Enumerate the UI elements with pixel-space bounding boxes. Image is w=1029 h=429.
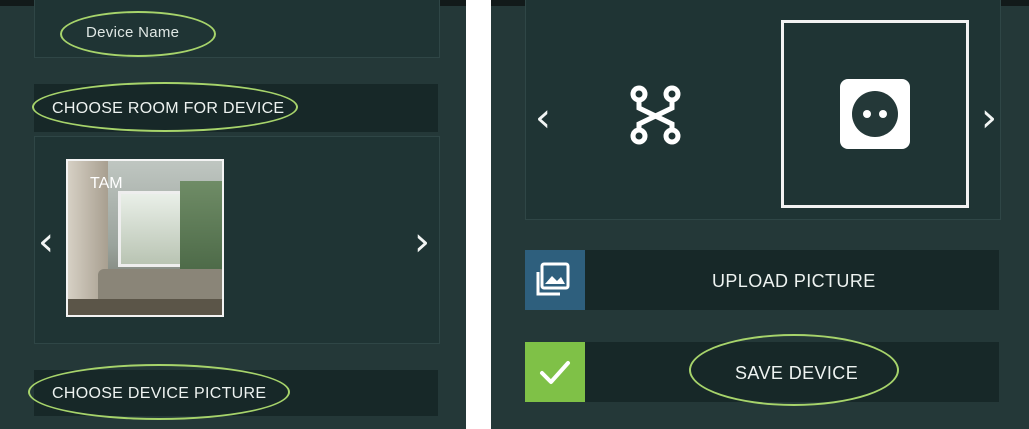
room-label: TAM: [90, 175, 123, 192]
image-gallery-icon[interactable]: [525, 250, 585, 310]
checkmark-icon[interactable]: [525, 342, 585, 402]
room-image-detail: [180, 181, 222, 271]
chevron-left-icon[interactable]: ‹: [535, 98, 551, 138]
socket-hole: [863, 110, 871, 118]
room-thumbnail[interactable]: TAM: [66, 159, 224, 317]
chevron-left-icon[interactable]: ‹: [38, 222, 54, 262]
device-setup-right-panel: ‹ › UPLOAD PICTURE SAVE DEVICE: [491, 0, 1029, 429]
socket-face: [852, 91, 898, 137]
device-setup-left-panel: Device Name CHOOSE ROOM FOR DEVICE ‹ › T…: [0, 0, 466, 429]
highlight-oval: [689, 334, 899, 406]
graph-nodes-icon[interactable]: [628, 84, 688, 148]
selected-picture-frame[interactable]: [781, 20, 969, 208]
room-image-detail: [98, 269, 222, 301]
chevron-right-icon[interactable]: ›: [414, 222, 430, 262]
chevron-right-icon[interactable]: ›: [981, 98, 997, 138]
socket-hole: [879, 110, 887, 118]
room-image-detail: [118, 191, 184, 267]
highlight-oval: [28, 364, 290, 420]
upload-picture-label: UPLOAD PICTURE: [712, 271, 876, 291]
highlight-oval: [32, 82, 298, 132]
power-socket-icon: [840, 79, 910, 149]
room-image-detail: [68, 299, 222, 315]
highlight-oval: [60, 11, 216, 57]
